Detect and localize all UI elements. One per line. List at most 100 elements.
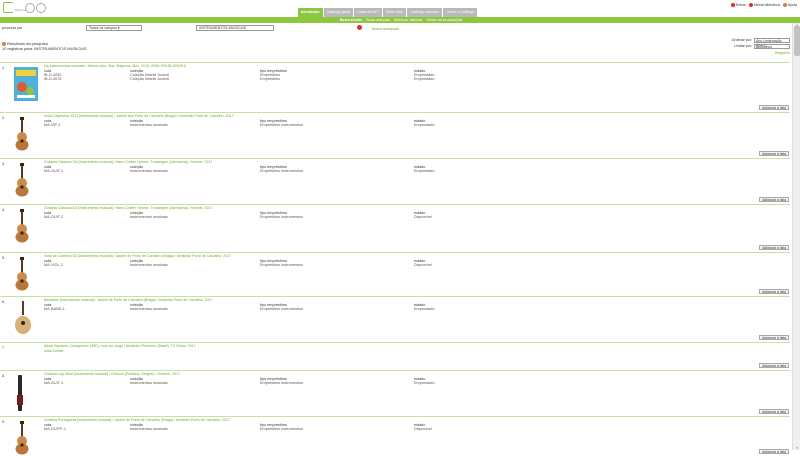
sort-select[interactable]: Ano (ordenação desc)	[754, 37, 790, 47]
record-number: 4.	[2, 208, 5, 212]
record-title-link[interactable]: Afinar Bandola, Cavaquinho [JRE] / solo …	[44, 344, 196, 348]
subnav-item[interactable]: Últimas novas aquisições	[426, 18, 462, 22]
user-links: Entrar Minha biblioteca Ajuda	[731, 3, 797, 8]
holdings-column: cota MA-GUITP-1	[44, 423, 66, 431]
holdings-cell: MA-VIP-1	[44, 123, 61, 127]
help-icon	[782, 3, 787, 8]
holdings-cell: Instrumentos musicais	[130, 263, 168, 267]
result-record: 6. Bandolim [instrumento musical] / Jardi…	[0, 296, 790, 342]
holdings-cell: Emprestado	[414, 307, 435, 311]
record-title-link[interactable]: Viola Caipirinha 2013 [instrumento music…	[44, 114, 234, 118]
record-title-link[interactable]: Guitarra Lap Steel [instrumento musical]…	[44, 372, 180, 376]
my-library-link[interactable]: Minha biblioteca	[748, 3, 780, 8]
holdings-column: tipo empréstimo Empréstimo instrumentos	[260, 303, 303, 311]
holdings-column: coleção Instrumentos musicais	[130, 423, 168, 431]
scroll-down-icon[interactable]: ▼	[794, 446, 800, 450]
scroll-thumb[interactable]	[794, 26, 800, 56]
holdings-column: estado Disponível	[414, 423, 432, 431]
add-to-list-button[interactable]: Adicionar à lista	[759, 197, 789, 202]
holdings-column: estado Emprestado	[414, 377, 434, 385]
holdings-column: coleção Coleção Infantil Juvenil Coleção I…	[130, 69, 169, 81]
holdings-cell: Empréstimo instrumentos	[260, 215, 304, 219]
help-link[interactable]: Ajuda	[782, 3, 797, 8]
add-to-list-button[interactable]: Adicionar à lista	[759, 289, 789, 294]
top-bar: Biblioteca Introdução Catálogo geral Conta…	[0, 0, 800, 17]
record-thumbnail[interactable]	[14, 375, 26, 412]
add-to-list-button[interactable]: Adicionar à lista	[759, 363, 789, 368]
records-link[interactable]: Registros	[732, 51, 790, 55]
record-thumbnail[interactable]	[14, 257, 30, 292]
holdings-cell: Instrumentos musicais	[130, 215, 168, 219]
search-input[interactable]: INSTRUMENTOS MUSICAIS	[196, 25, 274, 31]
subnav-item[interactable]: Busca simples	[340, 18, 362, 22]
holdings-column: tipo empréstimo Empréstimo instrumentos	[260, 211, 303, 219]
add-to-list-button[interactable]: Adicionar à lista	[759, 409, 789, 414]
logo-mark	[3, 2, 13, 13]
record-title-link[interactable]: Os instrumentos musicais / Maria Lobo; i…	[44, 64, 186, 68]
record-title-link[interactable]: Guitarra Clássica 4/4 [Instrumento music…	[44, 206, 212, 210]
field-select[interactable]: Todos os campos ▾	[86, 25, 142, 31]
add-to-list-button[interactable]: Adicionar à lista	[759, 105, 789, 110]
record-thumbnail[interactable]	[14, 117, 30, 152]
holdings-cell: Empréstimo instrumentos	[260, 381, 304, 385]
record-thumbnail[interactable]	[14, 209, 30, 244]
record-thumbnail[interactable]	[14, 163, 30, 198]
rss-icon[interactable]	[2, 41, 6, 46]
record-thumbnail[interactable]	[14, 301, 32, 336]
scrollbar[interactable]: ▲ ▼	[792, 23, 800, 450]
record-number: 7.	[2, 346, 5, 350]
add-to-list-button[interactable]: Adicionar à lista	[759, 151, 789, 156]
search-go-button[interactable]	[357, 25, 362, 30]
holdings-cell: Emprestado	[414, 77, 435, 81]
results-heading: Resultado da pesquisa 10 registros para:…	[2, 41, 87, 51]
subnav-item[interactable]: Busca avançada	[366, 18, 390, 22]
holdings-column: estado Emprestado Emprestado	[414, 69, 434, 81]
result-record: 2. Viola Caipirinha 2013 [instrumento mus…	[0, 112, 790, 158]
record-number: 8.	[2, 374, 5, 378]
limit-select[interactable]: Biblioteca	[754, 43, 790, 49]
subnav-item[interactable]: Busca por categoria	[394, 18, 422, 22]
library-icon	[748, 3, 753, 8]
add-to-list-button[interactable]: Adicionar à lista	[759, 245, 789, 250]
holdings-cell: Emprestado	[414, 123, 435, 127]
holdings-column: cota MA-GUIT-1	[44, 165, 63, 173]
holdings-column: tipo empréstimo Empréstimo instrumentos	[260, 119, 303, 127]
holdings-cell: Instrumentos musicais	[130, 307, 168, 311]
holdings-cell: Emprestado	[414, 381, 435, 385]
tab-3[interactable]: Sítios Web	[382, 8, 407, 17]
site-logo[interactable]: Biblioteca	[3, 2, 47, 14]
holdings-column: coleção Instrumentos musicais	[130, 377, 168, 385]
record-thumbnail[interactable]	[14, 67, 38, 102]
record-title-link[interactable]: Viola de Coimbra 3/4 [instrumento musica…	[44, 254, 231, 258]
holdings-cell: MA-GUITP-1	[44, 427, 66, 431]
holdings-cell: Instrumentos musicais	[130, 169, 168, 173]
holdings-cell: Empréstimo instrumentos	[260, 307, 304, 311]
login-icon	[731, 3, 736, 8]
record-number: 3.	[2, 162, 5, 166]
holdings-column: coleção Instrumentos musicais	[130, 119, 168, 127]
tab-0[interactable]: Introdução	[298, 8, 323, 17]
partner-logo-icon	[36, 3, 46, 13]
login-link[interactable]: Entrar	[731, 3, 746, 8]
add-to-list-button[interactable]: Adicionar à lista	[759, 335, 789, 340]
holdings-column: coleção Instrumentos musicais	[130, 303, 168, 311]
record-title-link[interactable]: Guitarra Portuguesa [instrumento musical…	[44, 418, 230, 422]
tab-1[interactable]: Catálogo geral	[323, 8, 353, 17]
holdings-column: coleção Instrumentos musicais	[130, 259, 168, 267]
holdings-cell: Instrumentos musicais	[130, 381, 168, 385]
holdings-column: estado Emprestado	[414, 119, 434, 127]
tab-5[interactable]: Sobre o Catálogo	[443, 8, 478, 17]
holdings-cell: MA-BAND-1	[44, 307, 65, 311]
record-title-link[interactable]: Guitarra Clássica 3/4 [Instrumento music…	[44, 160, 212, 164]
tab-4[interactable]: Catálogo colectivo	[407, 8, 443, 17]
holdings-cell: Coleção Infantil Juvenil	[130, 77, 170, 81]
logo-text: Biblioteca	[15, 9, 26, 12]
holdings-cell: MA-GUIT-1	[44, 381, 64, 385]
record-thumbnail[interactable]	[14, 421, 30, 456]
holdings-column: coleção Instrumentos musicais	[130, 211, 168, 219]
tab-2[interactable]: Conta de MFI	[353, 8, 382, 17]
record-extra-link[interactable]: www.Cenda	[44, 349, 63, 353]
holdings-column: cota MA-VIP-1	[44, 119, 60, 127]
advanced-search-link[interactable]: Busca avançada	[372, 27, 399, 31]
record-title-link[interactable]: Bandolim [instrumento musical] / Jardim …	[44, 298, 213, 302]
